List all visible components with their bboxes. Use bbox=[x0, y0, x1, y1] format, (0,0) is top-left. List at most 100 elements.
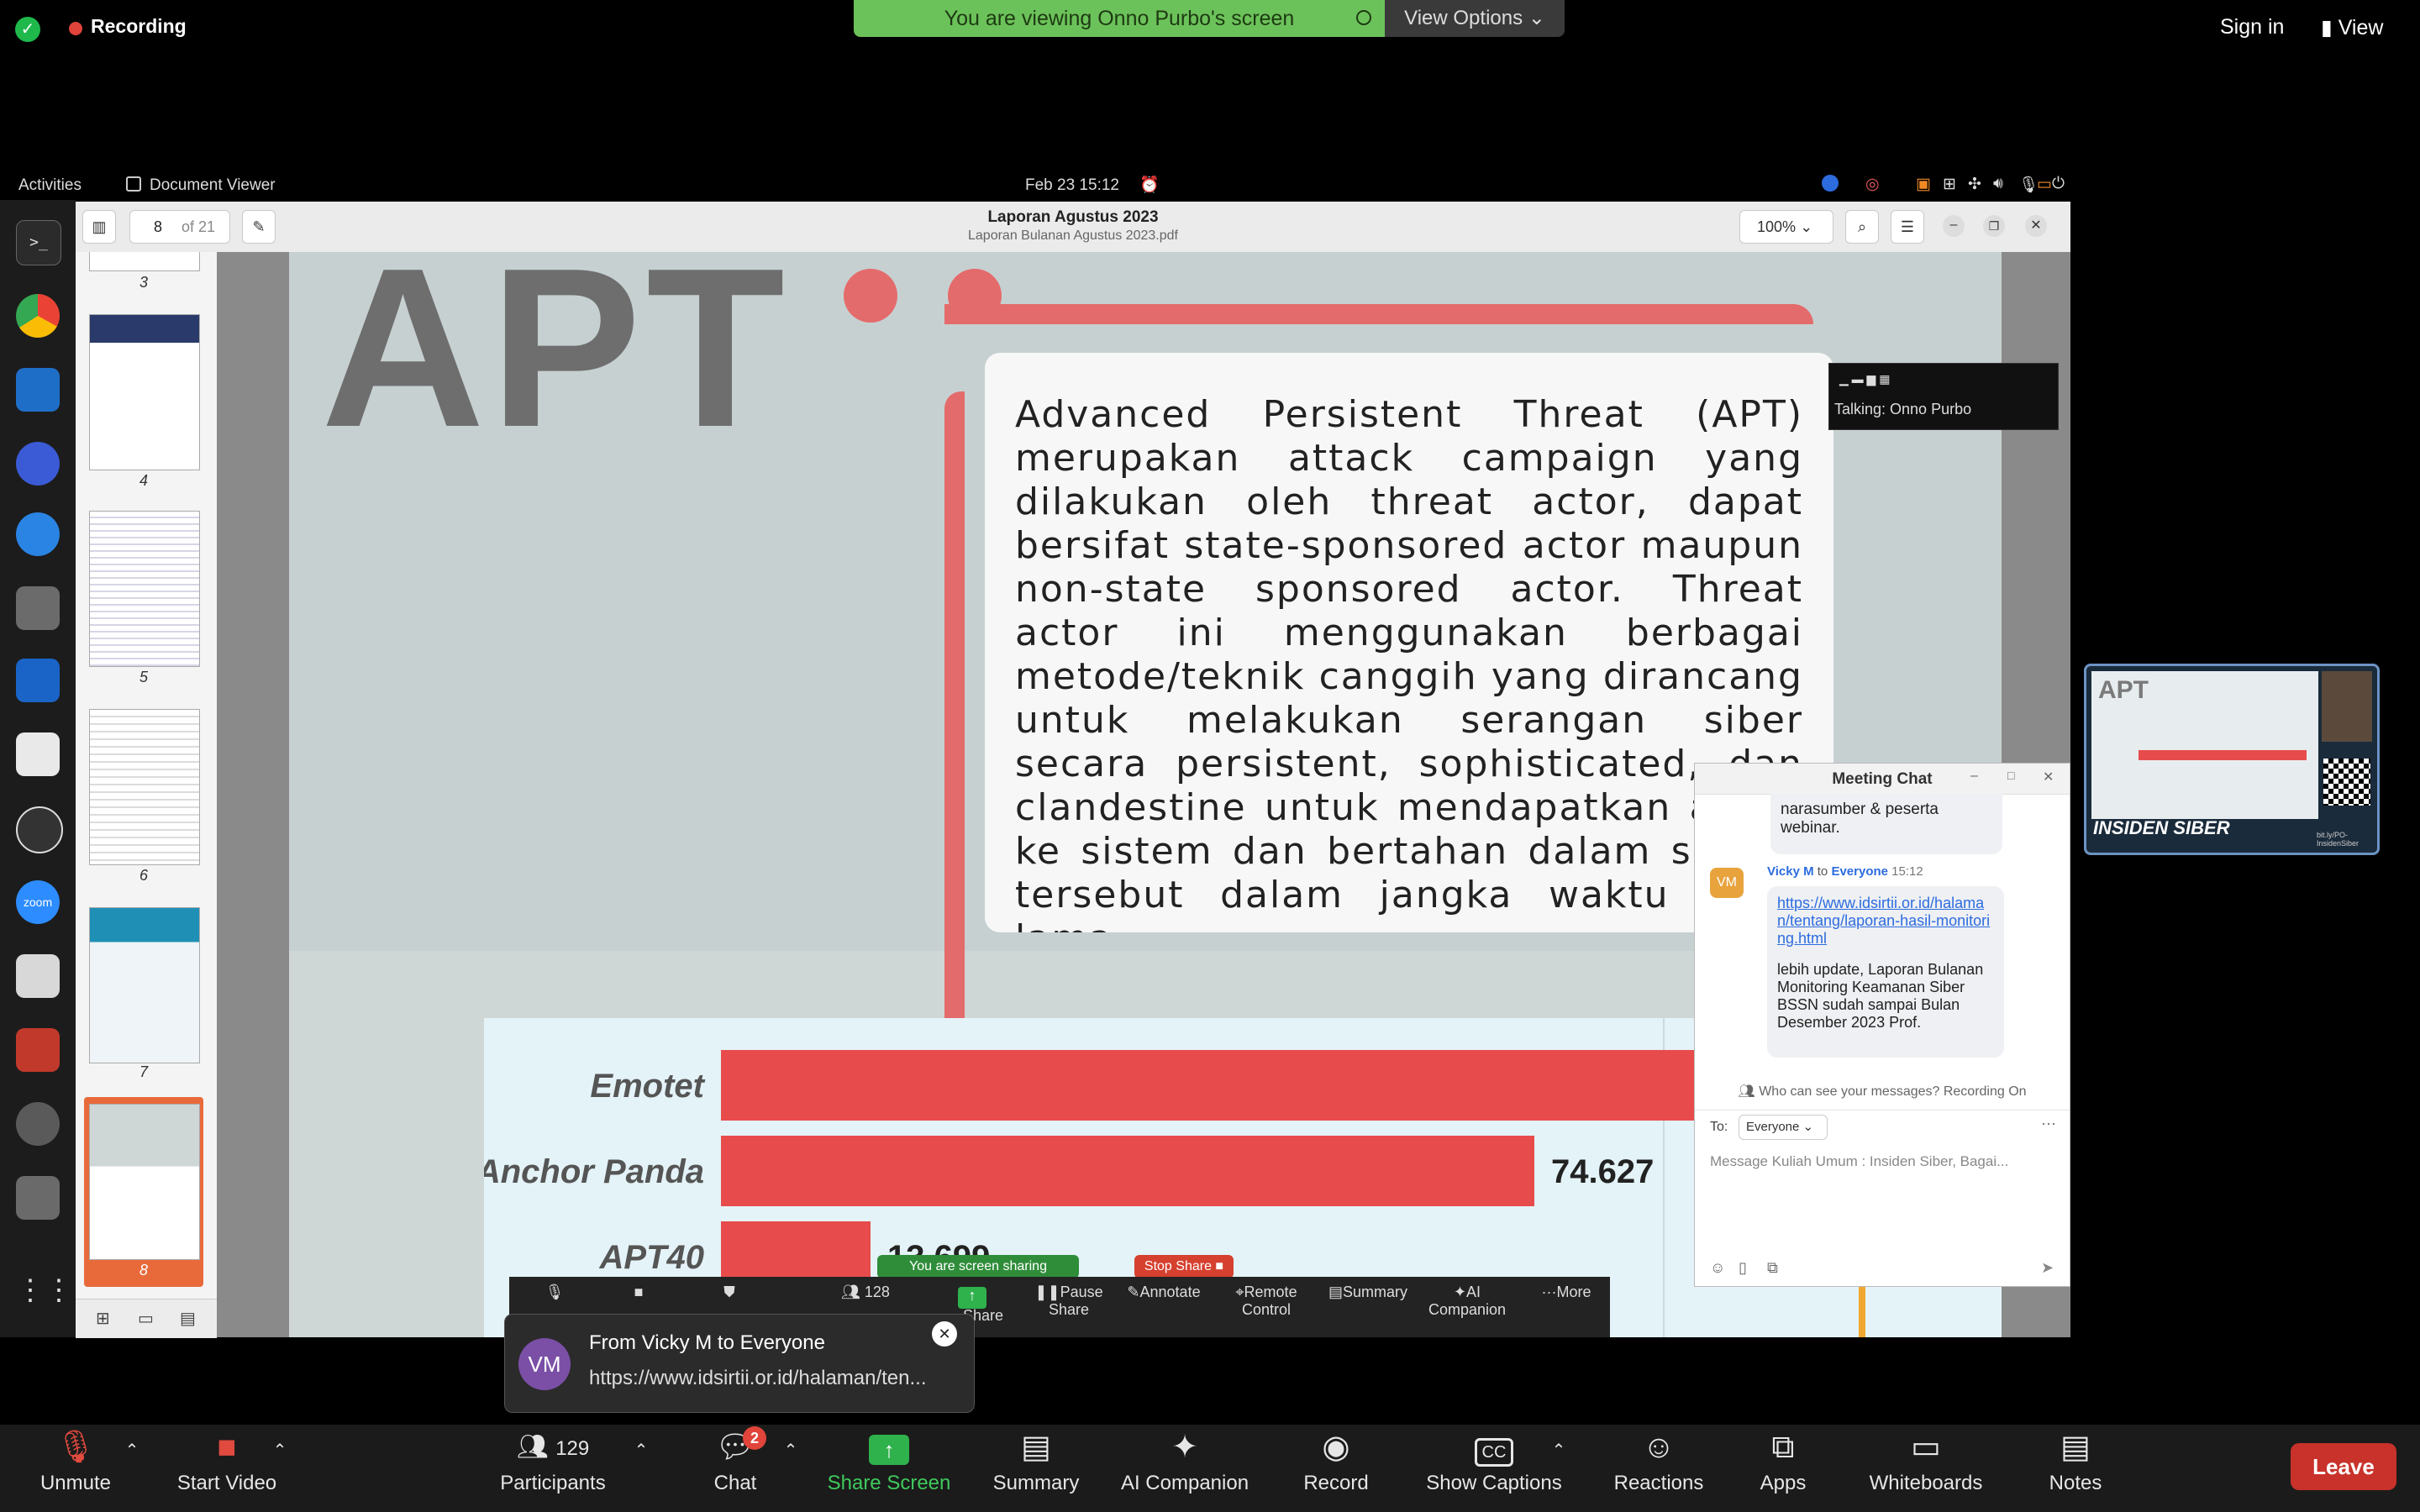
mail-icon[interactable] bbox=[16, 512, 60, 556]
notes-label: Notes bbox=[2049, 1472, 2102, 1494]
security-shield-icon[interactable]: ✓ bbox=[15, 17, 40, 42]
app-grid-icon[interactable]: ⋮⋮⋮ bbox=[16, 1268, 102, 1312]
strip-share-arrow-icon[interactable]: ↑ bbox=[958, 1287, 986, 1309]
tray-indicator-icon[interactable]: ▣ bbox=[1916, 175, 1931, 194]
page-thumbnail[interactable] bbox=[89, 314, 200, 470]
usb-drive-icon[interactable] bbox=[16, 1176, 60, 1220]
chat-visibility-notice[interactable]: 👥︎ Who can see your messages? Recording … bbox=[1695, 1083, 2070, 1100]
chrome-icon[interactable] bbox=[16, 294, 60, 338]
strip-more-button[interactable]: ···More bbox=[1533, 1284, 1600, 1301]
video-options-chevron-icon[interactable]: ⌃ bbox=[267, 1428, 292, 1512]
chat-link[interactable]: https://www.idsirtii.or.id/halaman/tenta… bbox=[1777, 895, 1994, 948]
maximize-icon[interactable]: □ bbox=[2007, 769, 2014, 782]
restore-button[interactable]: ❐ bbox=[1983, 215, 2005, 237]
text-editor-icon[interactable] bbox=[16, 732, 60, 776]
chevron-down-icon: ⌄ bbox=[1528, 7, 1545, 29]
hamburger-menu-icon[interactable]: ☰ bbox=[1891, 210, 1924, 244]
participants-count: 129 bbox=[555, 1437, 590, 1460]
annotations-view-icon[interactable]: ▭ bbox=[138, 1308, 154, 1329]
strip-camera-icon[interactable]: ■ bbox=[622, 1284, 655, 1301]
zoom-tray-icon[interactable] bbox=[1822, 175, 1839, 192]
participants-chevron-icon[interactable]: ⌃ bbox=[629, 1428, 654, 1512]
record-button[interactable]: ◉ Record bbox=[1294, 1428, 1378, 1512]
obs-icon[interactable] bbox=[16, 806, 63, 853]
leave-button[interactable]: Leave bbox=[2291, 1443, 2396, 1490]
emoji-icon[interactable]: ☺ bbox=[1710, 1259, 1725, 1277]
stop-share-button[interactable]: Stop Share ■ bbox=[1134, 1255, 1234, 1278]
thumbnails-view-icon[interactable]: ⊞ bbox=[96, 1308, 110, 1329]
zoom-app-icon[interactable]: zoom bbox=[16, 880, 60, 924]
chat-recipient-select[interactable]: Everyone ⌄ bbox=[1739, 1115, 1828, 1140]
document-viewer-dock-icon[interactable] bbox=[16, 954, 60, 998]
participants-button[interactable]: 👥︎ 129 Participants bbox=[491, 1428, 615, 1512]
participants-icon: 👥︎ 129 bbox=[516, 1433, 590, 1461]
app-menu-label[interactable]: Document Viewer bbox=[150, 176, 276, 195]
disc-icon[interactable] bbox=[16, 1102, 60, 1146]
file-icon[interactable]: ▯ bbox=[1739, 1259, 1747, 1277]
zoom-level-select[interactable]: 100% ⌄ bbox=[1739, 210, 1833, 244]
video-layout-icons[interactable]: ▁ ▬ ▆ ▦ bbox=[1839, 372, 1890, 386]
strip-annotate-button[interactable]: ✎Annotate bbox=[1118, 1284, 1210, 1301]
self-view-thumbnail[interactable]: APT INSIDEN SIBER bit.ly/PO-InsidenSiber bbox=[2084, 664, 2380, 855]
volume-icon[interactable]: 🔊︎ bbox=[1993, 175, 2003, 193]
reactions-button[interactable]: ☺ Reactions bbox=[1602, 1428, 1716, 1512]
unmute-button[interactable]: 🎙︎ Unmute bbox=[34, 1428, 118, 1512]
search-icon[interactable]: ⌕ bbox=[1845, 210, 1879, 244]
audio-options-chevron-icon[interactable]: ⌃ bbox=[119, 1428, 145, 1512]
strip-ai-companion-button[interactable]: ✦AI Companion bbox=[1417, 1284, 1518, 1319]
share-screen-button[interactable]: ↑ Share Screen bbox=[820, 1428, 958, 1512]
screenshot-icon[interactable]: ⧉ bbox=[1767, 1259, 1778, 1277]
network-icon[interactable]: ⊞ bbox=[1943, 175, 1956, 194]
activities-button[interactable]: Activities bbox=[18, 176, 82, 195]
captions-chevron-icon[interactable]: ⌃ bbox=[1546, 1428, 1571, 1512]
whiteboards-button[interactable]: ▭ Whiteboards bbox=[1859, 1428, 1993, 1512]
page-thumbnail-selected[interactable] bbox=[89, 1104, 200, 1260]
recording-label[interactable]: Recording bbox=[91, 15, 187, 38]
microphone-icon[interactable]: 🎙︎ bbox=[2018, 175, 2039, 195]
close-icon[interactable]: ✕ bbox=[2043, 769, 2054, 785]
unmute-label: Unmute bbox=[39, 1472, 112, 1494]
view-button[interactable]: ▮ View bbox=[2321, 15, 2383, 40]
monitor-app-icon[interactable] bbox=[16, 368, 60, 412]
outline-view-icon[interactable]: ▤ bbox=[180, 1308, 196, 1329]
notes-button[interactable]: ▤ Notes bbox=[2040, 1428, 2111, 1512]
battery-icon[interactable]: ▭ bbox=[2037, 175, 2052, 194]
thunderbird-icon[interactable] bbox=[16, 442, 60, 486]
apps-button[interactable]: ⧉ Apps bbox=[1748, 1428, 1818, 1512]
wifi-icon[interactable]: ✣ bbox=[1968, 175, 1981, 194]
minimize-button[interactable]: – bbox=[1943, 215, 1965, 237]
close-icon[interactable]: ✕ bbox=[932, 1321, 957, 1347]
chat-message-input[interactable]: Message Kuliah Umum : Insiden Siber, Bag… bbox=[1710, 1153, 2054, 1246]
clock[interactable]: Feb 23 15:12 bbox=[1025, 176, 1119, 195]
sign-in-button[interactable]: Sign in bbox=[2220, 15, 2284, 39]
strip-participants[interactable]: 👥︎ 128 bbox=[832, 1284, 899, 1301]
page-thumbnail[interactable] bbox=[89, 511, 200, 667]
chat-sender[interactable]: Vicky M bbox=[1767, 864, 1814, 879]
strip-pause-share-button[interactable]: ❚❚Pause Share bbox=[1018, 1284, 1119, 1319]
record-label: Record bbox=[1303, 1472, 1369, 1494]
page-thumbnail[interactable] bbox=[89, 252, 200, 271]
minimize-icon[interactable]: – bbox=[1970, 769, 1978, 784]
send-icon[interactable]: ➤ bbox=[2041, 1259, 2054, 1277]
files-icon[interactable] bbox=[16, 586, 60, 630]
chat-label: Chat bbox=[713, 1472, 757, 1494]
close-button[interactable]: ✕ bbox=[2025, 215, 2047, 237]
chat-notification[interactable]: VM From Vicky M to Everyone https://www.… bbox=[504, 1314, 975, 1413]
view-options-button[interactable]: View Options ⌄ bbox=[1385, 0, 1565, 37]
page-thumbnail[interactable] bbox=[89, 709, 200, 865]
strip-summary-button[interactable]: ▤Summary bbox=[1326, 1284, 1410, 1301]
download-manager-icon[interactable] bbox=[16, 1028, 60, 1072]
writer-icon[interactable] bbox=[16, 659, 60, 702]
terminal-icon[interactable]: >_ bbox=[16, 220, 61, 265]
summary-button[interactable]: ▤ Summary bbox=[983, 1428, 1089, 1512]
talking-indicator: ▁ ▬ ▆ ▦ Talking: Onno Purbo bbox=[1828, 363, 2059, 430]
strip-remote-control-button[interactable]: ⌖Remote Control bbox=[1212, 1284, 1321, 1319]
chat-chevron-icon[interactable]: ⌃ bbox=[778, 1428, 803, 1512]
ai-companion-button[interactable]: ✦ AI Companion bbox=[1114, 1428, 1255, 1512]
page-thumbnail[interactable] bbox=[89, 907, 200, 1063]
strip-mic-icon[interactable]: 🎙︎ bbox=[538, 1284, 571, 1301]
more-options-icon[interactable]: ··· bbox=[2041, 1115, 2056, 1132]
tray-app-icon[interactable]: ◎ bbox=[1865, 175, 1880, 194]
strip-security-icon[interactable]: ⛊ bbox=[713, 1284, 746, 1301]
power-icon[interactable]: ⏻ bbox=[2052, 175, 2065, 193]
